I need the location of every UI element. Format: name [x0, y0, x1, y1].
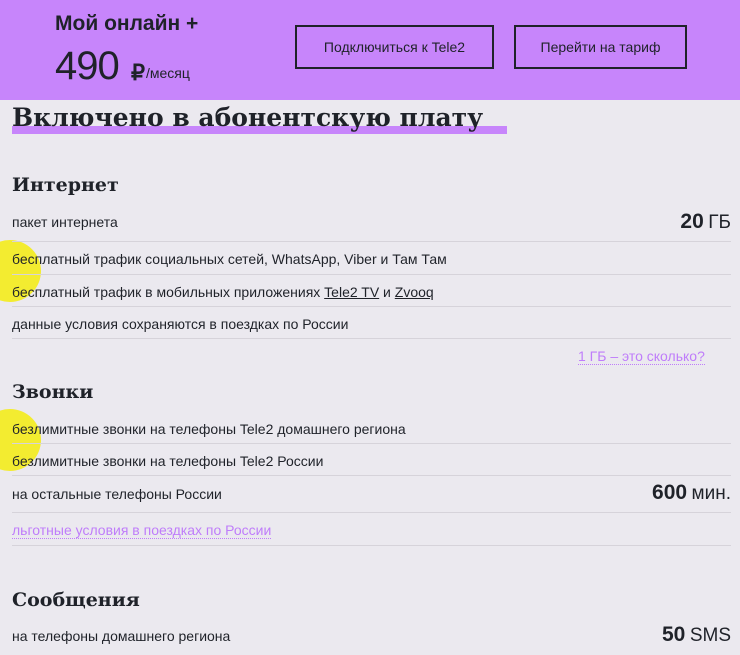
apps-free-text: бесплатный трафик в мобильных приложения… [12, 284, 325, 300]
divider [12, 274, 731, 275]
divider [12, 512, 731, 513]
price-value: 490 [55, 44, 120, 88]
divider [12, 306, 731, 307]
other-calls-unit: мин. [691, 483, 731, 504]
price-period: /месяц [146, 65, 190, 81]
sms-home-value: 50 SMS [662, 623, 731, 647]
connect-to-tele2-button[interactable]: Подключиться к Tele2 [295, 25, 494, 69]
section-title-sms: Сообщения [12, 589, 140, 611]
social-free-traffic: бесплатный трафик социальных сетей, What… [12, 251, 447, 267]
divider [12, 443, 731, 444]
divider [12, 338, 731, 339]
page-title: Включено в абонентскую плату [12, 103, 484, 132]
divider [12, 545, 731, 546]
other-calls-number: 600 [652, 481, 688, 504]
unlimited-home-calls: безлимитные звонки на телефоны Tele2 дом… [12, 421, 406, 437]
internet-package-label: пакет интернета [12, 214, 118, 230]
tele2-tv-link[interactable]: Tele2 TV [324, 284, 379, 300]
russia-trips-note: данные условия сохраняются в поездках по… [12, 316, 349, 332]
switch-tariff-button[interactable]: Перейти на тариф [514, 25, 687, 69]
apps-free-traffic: бесплатный трафик в мобильных приложения… [12, 284, 434, 300]
apps-and-text: и [379, 284, 395, 300]
other-calls-label: на остальные телефоны России [12, 486, 222, 502]
internet-package-unit: ГБ [708, 212, 731, 233]
other-calls-value: 600 мин. [652, 481, 731, 505]
plan-name: Мой онлайн + [55, 12, 199, 35]
russia-trips-conditions-link[interactable]: льготные условия в поездках по России [12, 522, 272, 539]
gb-help-link[interactable]: 1 ГБ – это сколько? [578, 348, 705, 365]
divider [12, 475, 731, 476]
internet-package-value: 20 ГБ [680, 210, 731, 234]
divider [12, 241, 731, 242]
section-title-internet: Интернет [12, 174, 119, 196]
sms-home-label: на телефоны домашнего региона [12, 628, 231, 644]
section-title-calls: Звонки [12, 381, 94, 403]
tariff-header: Мой онлайн + 490 ₽ /месяц Подключиться к… [0, 0, 740, 100]
zvooq-link[interactable]: Zvooq [395, 284, 434, 300]
sms-home-unit: SMS [689, 625, 731, 646]
unlimited-russia-calls: безлимитные звонки на телефоны Tele2 Рос… [12, 453, 324, 469]
sms-home-number: 50 [662, 623, 686, 646]
internet-package-number: 20 [680, 210, 704, 233]
ruble-icon: ₽ [131, 60, 145, 85]
